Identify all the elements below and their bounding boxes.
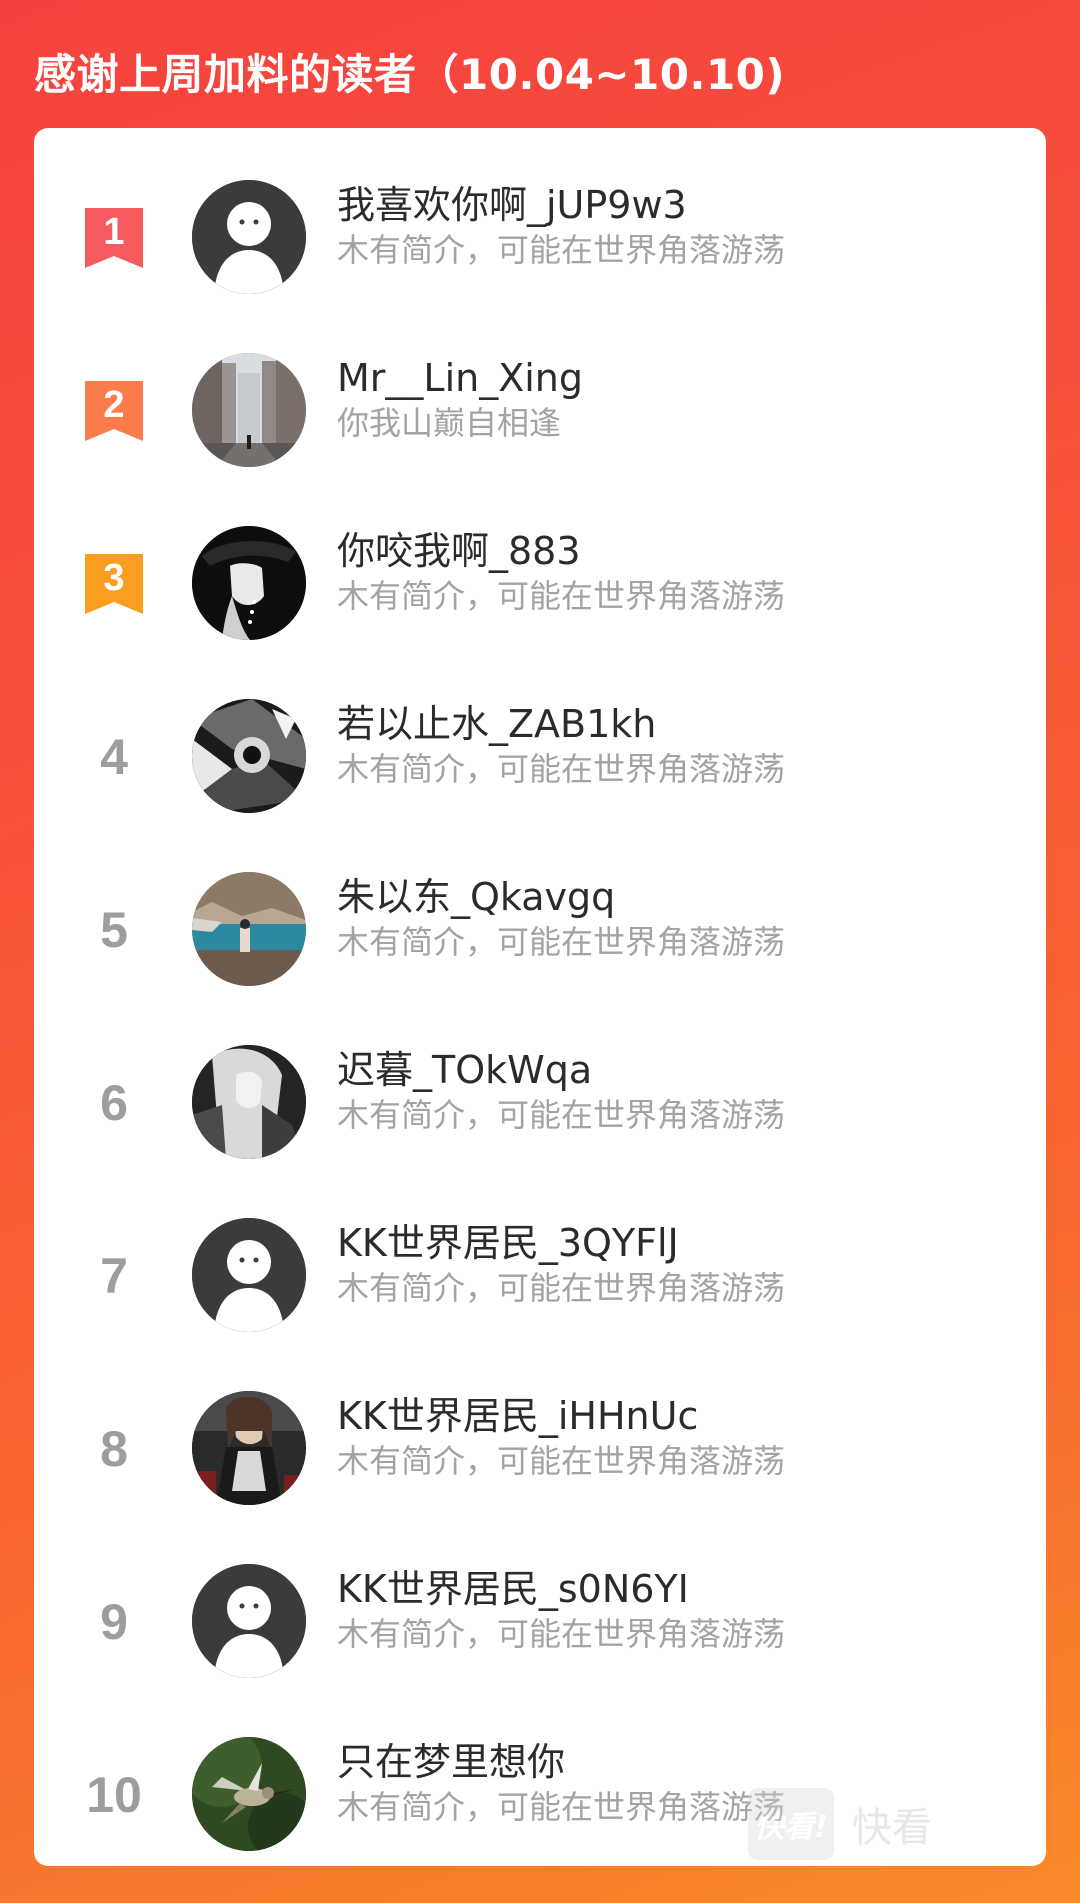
list-item[interactable]: 4 若以止水_ZAB1kh 木有简介，可能在世界角落游荡 [34, 677, 1046, 850]
reader-name[interactable]: 朱以东_Qkavgq [337, 874, 1026, 920]
list-item[interactable]: 2 Mr__Lin_Xing 你我山巅自相逢 [34, 331, 1046, 504]
default-avatar-icon [192, 1564, 306, 1678]
rank-badge: 2 [78, 351, 150, 471]
rank-number: 3 [103, 557, 125, 599]
rank-number: 10 [86, 1767, 142, 1823]
rank-badge: 7 [78, 1216, 150, 1336]
avatar[interactable] [192, 1391, 306, 1505]
reader-name[interactable]: Mr__Lin_Xing [337, 355, 1026, 401]
reader-list-card: 1 我喜欢你啊_jUP9w3 木有简介，可能在世界角落游荡 2 Mr__Lin_… [34, 128, 1046, 1866]
reader-list: 1 我喜欢你啊_jUP9w3 木有简介，可能在世界角落游荡 2 Mr__Lin_… [34, 158, 1046, 1866]
hummingbird-photo [192, 1737, 306, 1851]
rank-badge: 8 [78, 1389, 150, 1509]
list-item[interactable]: 1 我喜欢你啊_jUP9w3 木有简介，可能在世界角落游荡 [34, 158, 1046, 331]
rank-number: 6 [100, 1075, 128, 1131]
list-item[interactable]: 8 KK世界居民_iHHnUc 木有简介，可能在世界角落游荡 [34, 1369, 1046, 1542]
default-avatar-icon [192, 1218, 306, 1332]
reader-bio: 你我山巅自相逢 [337, 404, 562, 442]
header: 感谢上周加料的读者（10.04~10.10) [34, 36, 1044, 106]
reader-bio: 木有简介，可能在世界角落游荡 [337, 750, 786, 788]
avatar[interactable] [192, 526, 306, 640]
monochrome-art-photo [192, 699, 306, 813]
avatar[interactable] [192, 872, 306, 986]
watermark-text: 快看 [852, 1805, 932, 1851]
reader-name[interactable]: 只在梦里想你 [337, 1739, 1026, 1785]
reader-bio: 木有简介，可能在世界角落游荡 [337, 923, 786, 961]
rank-badge: 10 [78, 1735, 150, 1855]
avatar[interactable] [192, 1218, 306, 1332]
watermark: 快看! 快看 [748, 1788, 932, 1860]
rank-badge: 9 [78, 1562, 150, 1682]
avatar[interactable] [192, 1564, 306, 1678]
lake-scene-photo [192, 872, 306, 986]
city-street-photo [192, 353, 306, 467]
rank-badge: 1 [78, 178, 150, 298]
rank-badge: 3 [78, 524, 150, 644]
list-item[interactable]: 7 KK世界居民_3QYFlJ 木有简介，可能在世界角落游荡 [34, 1196, 1046, 1369]
avatar[interactable] [192, 353, 306, 467]
rank-number: 2 [103, 384, 125, 426]
hat-portrait-photo [192, 526, 306, 640]
list-item[interactable]: 5 朱以东_Qkavgq 木有简介，可能在世界角落游荡 [34, 850, 1046, 1023]
rank-badge: 4 [78, 697, 150, 817]
reader-bio: 木有简介，可能在世界角落游荡 [337, 231, 786, 269]
stage-portrait-photo [192, 1391, 306, 1505]
rank-number: 1 [103, 211, 125, 253]
page-title: 感谢上周加料的读者（10.04~10.10) [34, 49, 786, 99]
avatar[interactable] [192, 1045, 306, 1159]
reader-bio: 木有简介，可能在世界角落游荡 [337, 1442, 786, 1480]
rank-badge: 6 [78, 1043, 150, 1163]
white-hair-portrait-photo [192, 1045, 306, 1159]
reader-name[interactable]: KK世界居民_s0N6YI [337, 1566, 1026, 1612]
list-item[interactable]: 9 KK世界居民_s0N6YI 木有简介，可能在世界角落游荡 [34, 1542, 1046, 1715]
reader-name[interactable]: 若以止水_ZAB1kh [337, 701, 1026, 747]
ribbon-icon: 3 [85, 554, 143, 614]
reader-bio: 木有简介，可能在世界角落游荡 [337, 1615, 786, 1653]
reader-bio: 木有简介，可能在世界角落游荡 [337, 577, 786, 615]
list-item[interactable]: 6 迟暮_TOkWqa 木有简介，可能在世界角落游荡 [34, 1023, 1046, 1196]
rank-badge: 5 [78, 870, 150, 990]
rank-number: 5 [100, 902, 128, 958]
rank-number: 9 [100, 1594, 128, 1650]
list-item[interactable]: 3 你咬我啊_883 木有简介，可能在世界角落游荡 [34, 504, 1046, 677]
default-avatar-icon [192, 180, 306, 294]
rank-number: 4 [100, 729, 128, 785]
reader-name[interactable]: 你咬我啊_883 [337, 528, 1026, 574]
reader-name[interactable]: KK世界居民_3QYFlJ [337, 1220, 1026, 1266]
reader-bio: 木有简介，可能在世界角落游荡 [337, 1269, 786, 1307]
avatar[interactable] [192, 180, 306, 294]
ribbon-icon: 1 [85, 208, 143, 268]
ribbon-icon: 2 [85, 381, 143, 441]
reader-name[interactable]: 迟暮_TOkWqa [337, 1047, 1026, 1093]
avatar[interactable] [192, 1737, 306, 1851]
kuaikan-logo-icon: 快看! [748, 1788, 834, 1860]
avatar[interactable] [192, 699, 306, 813]
reader-name[interactable]: 我喜欢你啊_jUP9w3 [337, 182, 1026, 228]
reader-bio: 木有简介，可能在世界角落游荡 [337, 1096, 786, 1134]
rank-number: 8 [100, 1421, 128, 1477]
reader-name[interactable]: KK世界居民_iHHnUc [337, 1393, 1026, 1439]
rank-number: 7 [100, 1248, 128, 1304]
